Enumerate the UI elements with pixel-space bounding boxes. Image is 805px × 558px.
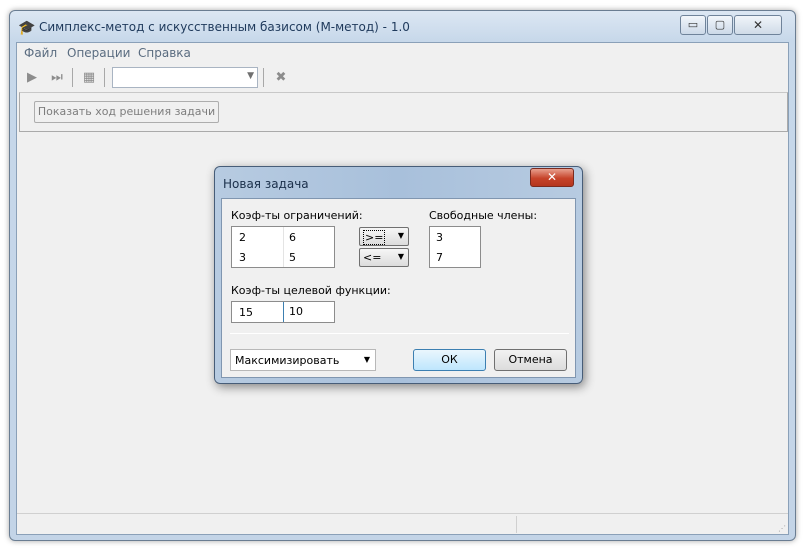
dialog-separator (230, 333, 569, 334)
grid-icon[interactable]: ▦ (80, 69, 98, 86)
free-term-cell[interactable]: 3 (436, 231, 443, 244)
menu-file[interactable]: Файл (24, 46, 57, 60)
show-solution-button[interactable]: Показать ход решения задачи (34, 101, 219, 123)
dialog-body: Коэф-ты ограничений: Свободные члены: 2 … (221, 198, 576, 378)
constraint-cell[interactable]: 2 (239, 231, 246, 244)
toolbar-separator (72, 68, 73, 87)
minimize-button[interactable]: ▭ (680, 15, 706, 35)
objective-label: Коэф-ты целевой функции: (231, 284, 391, 297)
play-icon[interactable]: ▶ (23, 69, 41, 86)
sign-select-1[interactable]: >= ▼ (359, 227, 409, 246)
sign-value-1: >= (363, 230, 386, 245)
menu-operations[interactable]: Операции (67, 46, 130, 60)
ok-button[interactable]: ОК (413, 349, 486, 371)
constraints-label: Коэф-ты ограничений: (231, 209, 363, 222)
objective-grid: 15 10 (231, 301, 335, 323)
maximize-button[interactable]: ▢ (707, 15, 733, 35)
resize-grip-icon[interactable]: ⋰ (778, 525, 786, 533)
menu-help[interactable]: Справка (138, 46, 191, 60)
free-term-cell[interactable]: 7 (436, 251, 443, 264)
dialog-close-button[interactable]: ✕ (530, 168, 574, 187)
grid-divider (283, 227, 284, 267)
toolbar: ▶ ⏭ ▦ ▼ ✖ (17, 65, 788, 90)
toolbar-separator (104, 68, 105, 87)
chevron-down-icon: ▼ (397, 252, 404, 261)
status-separator (516, 516, 517, 533)
close-button[interactable]: ✕ (734, 15, 782, 35)
new-task-dialog: Новая задача ✕ Коэф-ты ограничений: Своб… (214, 166, 583, 384)
chevron-down-icon: ▼ (363, 355, 370, 364)
chevron-down-icon: ▼ (247, 71, 254, 81)
objective-cell[interactable]: 10 (289, 305, 303, 318)
goal-select[interactable]: Максимизировать ▼ (230, 349, 376, 371)
objective-cell[interactable]: 15 (239, 306, 253, 319)
free-terms-grid: 3 7 (429, 226, 481, 268)
window-title: Симплекс-метод с искусственным базисом (… (39, 20, 410, 34)
sign-value-2: <= (363, 251, 382, 264)
toolbar-combo[interactable]: ▼ (112, 67, 258, 88)
free-terms-label: Свободные члены: (429, 209, 538, 222)
grid-divider (283, 302, 284, 322)
status-bar: ⋰ (17, 513, 788, 534)
goal-value: Максимизировать (235, 354, 340, 367)
sign-select-2[interactable]: <= ▼ (359, 248, 409, 267)
excel-icon[interactable]: ✖ (272, 69, 290, 86)
constraint-cell[interactable]: 6 (289, 231, 296, 244)
dialog-title: Новая задача (223, 177, 309, 191)
cancel-button[interactable]: Отмена (494, 349, 567, 371)
menu-bar: Файл Операции Справка (17, 43, 788, 63)
constraint-cell[interactable]: 3 (239, 251, 246, 264)
toolbar-separator (263, 68, 264, 87)
constraint-cell[interactable]: 5 (289, 251, 296, 264)
top-panel: Показать ход решения задачи (19, 92, 788, 132)
chevron-down-icon: ▼ (397, 231, 404, 240)
constraints-grid: 2 6 3 5 (231, 226, 335, 268)
step-icon[interactable]: ⏭ (48, 69, 66, 86)
graduation-cap-icon: 🎓 (18, 20, 36, 36)
